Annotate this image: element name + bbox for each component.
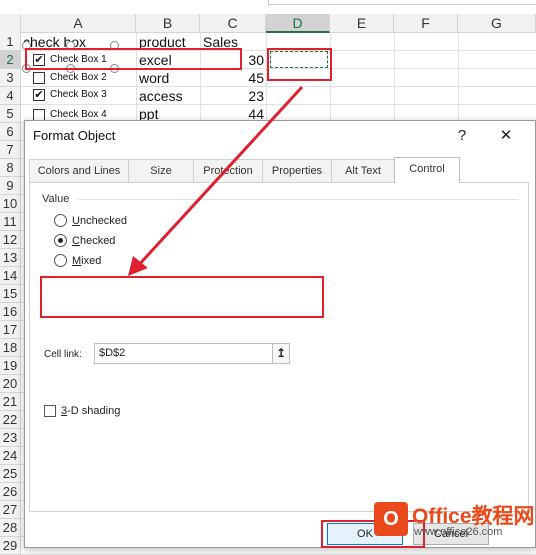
radio-checked[interactable]: Checked	[54, 234, 115, 247]
row-header-23[interactable]: 23	[0, 429, 21, 447]
3d-shading-box[interactable]	[44, 405, 56, 417]
cell-c4[interactable]: 23	[202, 87, 264, 105]
radio-unchecked[interactable]: Unchecked	[54, 214, 127, 227]
radio-unchecked-label: nchecked	[79, 214, 128, 227]
3d-shading-checkbox[interactable]: 3 -D shading	[44, 405, 120, 417]
row-header-18[interactable]: 18	[0, 339, 21, 357]
column-header-b[interactable]: B	[136, 14, 200, 33]
column-header-a[interactable]: A	[21, 14, 136, 33]
radio-unchecked-mnemonic: U	[72, 214, 80, 227]
radio-unchecked-dot[interactable]	[54, 214, 67, 227]
row-header-8[interactable]: 8	[0, 159, 21, 177]
row-header-19[interactable]: 19	[0, 357, 21, 375]
control-tab-panel: Value Unchecked Checked Mixed Cell link:…	[29, 182, 529, 512]
row-header-27[interactable]: 27	[0, 501, 21, 519]
row-header-28[interactable]: 28	[0, 519, 21, 537]
row-header-14[interactable]: 14	[0, 267, 21, 285]
radio-mixed-mnemonic: M	[72, 254, 82, 267]
radio-checked-label: hecked	[79, 234, 116, 247]
value-group-label: Value	[42, 193, 70, 205]
radio-mixed-label: ixed	[81, 254, 102, 267]
column-headers: A B C D E F G	[0, 14, 536, 33]
row-header-29[interactable]: 29	[0, 537, 21, 555]
row-header-3[interactable]: 3	[0, 69, 21, 87]
row-header-20[interactable]: 20	[0, 375, 21, 393]
tab-size[interactable]: Size	[128, 159, 194, 183]
office26-watermark: O Office教程网 www.office26.com	[374, 500, 535, 546]
row-header-5[interactable]: 5	[0, 105, 21, 123]
office-logo-icon: O	[374, 502, 408, 536]
dialog-titlebar[interactable]: Format Object ? ✕	[25, 121, 535, 151]
dialog-title: Format Object	[33, 128, 116, 143]
checkbox-control-3[interactable]: ✔ Check Box 3	[33, 86, 107, 103]
highlight-cell-d2	[267, 48, 332, 81]
row-header-11[interactable]: 11	[0, 213, 21, 231]
cell-b4[interactable]: access	[139, 87, 183, 105]
watermark-url: www.office26.com	[414, 526, 503, 538]
select-all-corner[interactable]	[0, 14, 21, 33]
cell-link-label: Cell link:	[44, 349, 82, 360]
tab-colors-and-lines[interactable]: Colors and Lines	[29, 159, 129, 183]
tab-alt-text[interactable]: Alt Text	[331, 159, 395, 183]
dialog-tabs: Colors and Lines Size Protection Propert…	[29, 157, 529, 183]
row-header-4[interactable]: 4	[0, 87, 21, 105]
row-header-2[interactable]: 2	[0, 51, 21, 69]
radio-checked-mnemonic: C	[72, 234, 80, 247]
row-header-9[interactable]: 9	[0, 177, 21, 195]
tab-protection[interactable]: Protection	[193, 159, 263, 183]
row-header-12[interactable]: 12	[0, 231, 21, 249]
row-header-13[interactable]: 13	[0, 249, 21, 267]
cell-c3[interactable]: 45	[202, 69, 264, 87]
help-button[interactable]: ?	[447, 124, 477, 148]
close-button[interactable]: ✕	[491, 124, 521, 148]
column-header-f[interactable]: F	[394, 14, 458, 33]
format-object-dialog: Format Object ? ✕ Colors and Lines Size …	[24, 120, 536, 548]
row-header-21[interactable]: 21	[0, 393, 21, 411]
row-header-17[interactable]: 17	[0, 321, 21, 339]
highlight-cell-link	[40, 276, 324, 318]
row-header-22[interactable]: 22	[0, 411, 21, 429]
group-divider	[78, 199, 518, 200]
collapse-dialog-icon[interactable]: ↥	[272, 344, 289, 363]
column-header-d[interactable]: D	[266, 14, 330, 33]
checkbox-4-box[interactable]	[33, 108, 45, 121]
checkbox-3-label: Check Box 3	[50, 89, 107, 100]
3d-shading-label: -D shading	[67, 405, 121, 417]
checkbox-3-box[interactable]: ✔	[33, 88, 45, 101]
checkmark-icon: ✔	[34, 88, 44, 101]
row-header-26[interactable]: 26	[0, 483, 21, 501]
radio-checked-dot[interactable]	[54, 234, 67, 247]
tab-properties[interactable]: Properties	[262, 159, 332, 183]
tab-control[interactable]: Control	[394, 157, 460, 183]
row-header-6[interactable]: 6	[0, 123, 21, 141]
row-header-1[interactable]: 1	[0, 33, 21, 51]
cell-b3[interactable]: word	[139, 69, 169, 87]
radio-mixed-dot[interactable]	[54, 254, 67, 267]
row-header-10[interactable]: 10	[0, 195, 21, 213]
column-header-c[interactable]: C	[200, 14, 266, 33]
row-header-15[interactable]: 15	[0, 285, 21, 303]
row-header-25[interactable]: 25	[0, 465, 21, 483]
row-header-7[interactable]: 7	[0, 141, 21, 159]
checkbox-2-box[interactable]	[33, 71, 45, 84]
checkbox-4-label: Check Box 4	[50, 109, 107, 120]
highlight-checkbox-row	[25, 48, 242, 70]
cell-link-input[interactable]: $D$2	[94, 343, 290, 364]
formula-bar-strip	[0, 0, 536, 14]
row-header-16[interactable]: 16	[0, 303, 21, 321]
column-header-g[interactable]: G	[458, 14, 536, 33]
radio-mixed[interactable]: Mixed	[54, 254, 101, 267]
column-header-e[interactable]: E	[330, 14, 394, 33]
row-header-24[interactable]: 24	[0, 447, 21, 465]
checkbox-2-label: Check Box 2	[50, 72, 107, 83]
